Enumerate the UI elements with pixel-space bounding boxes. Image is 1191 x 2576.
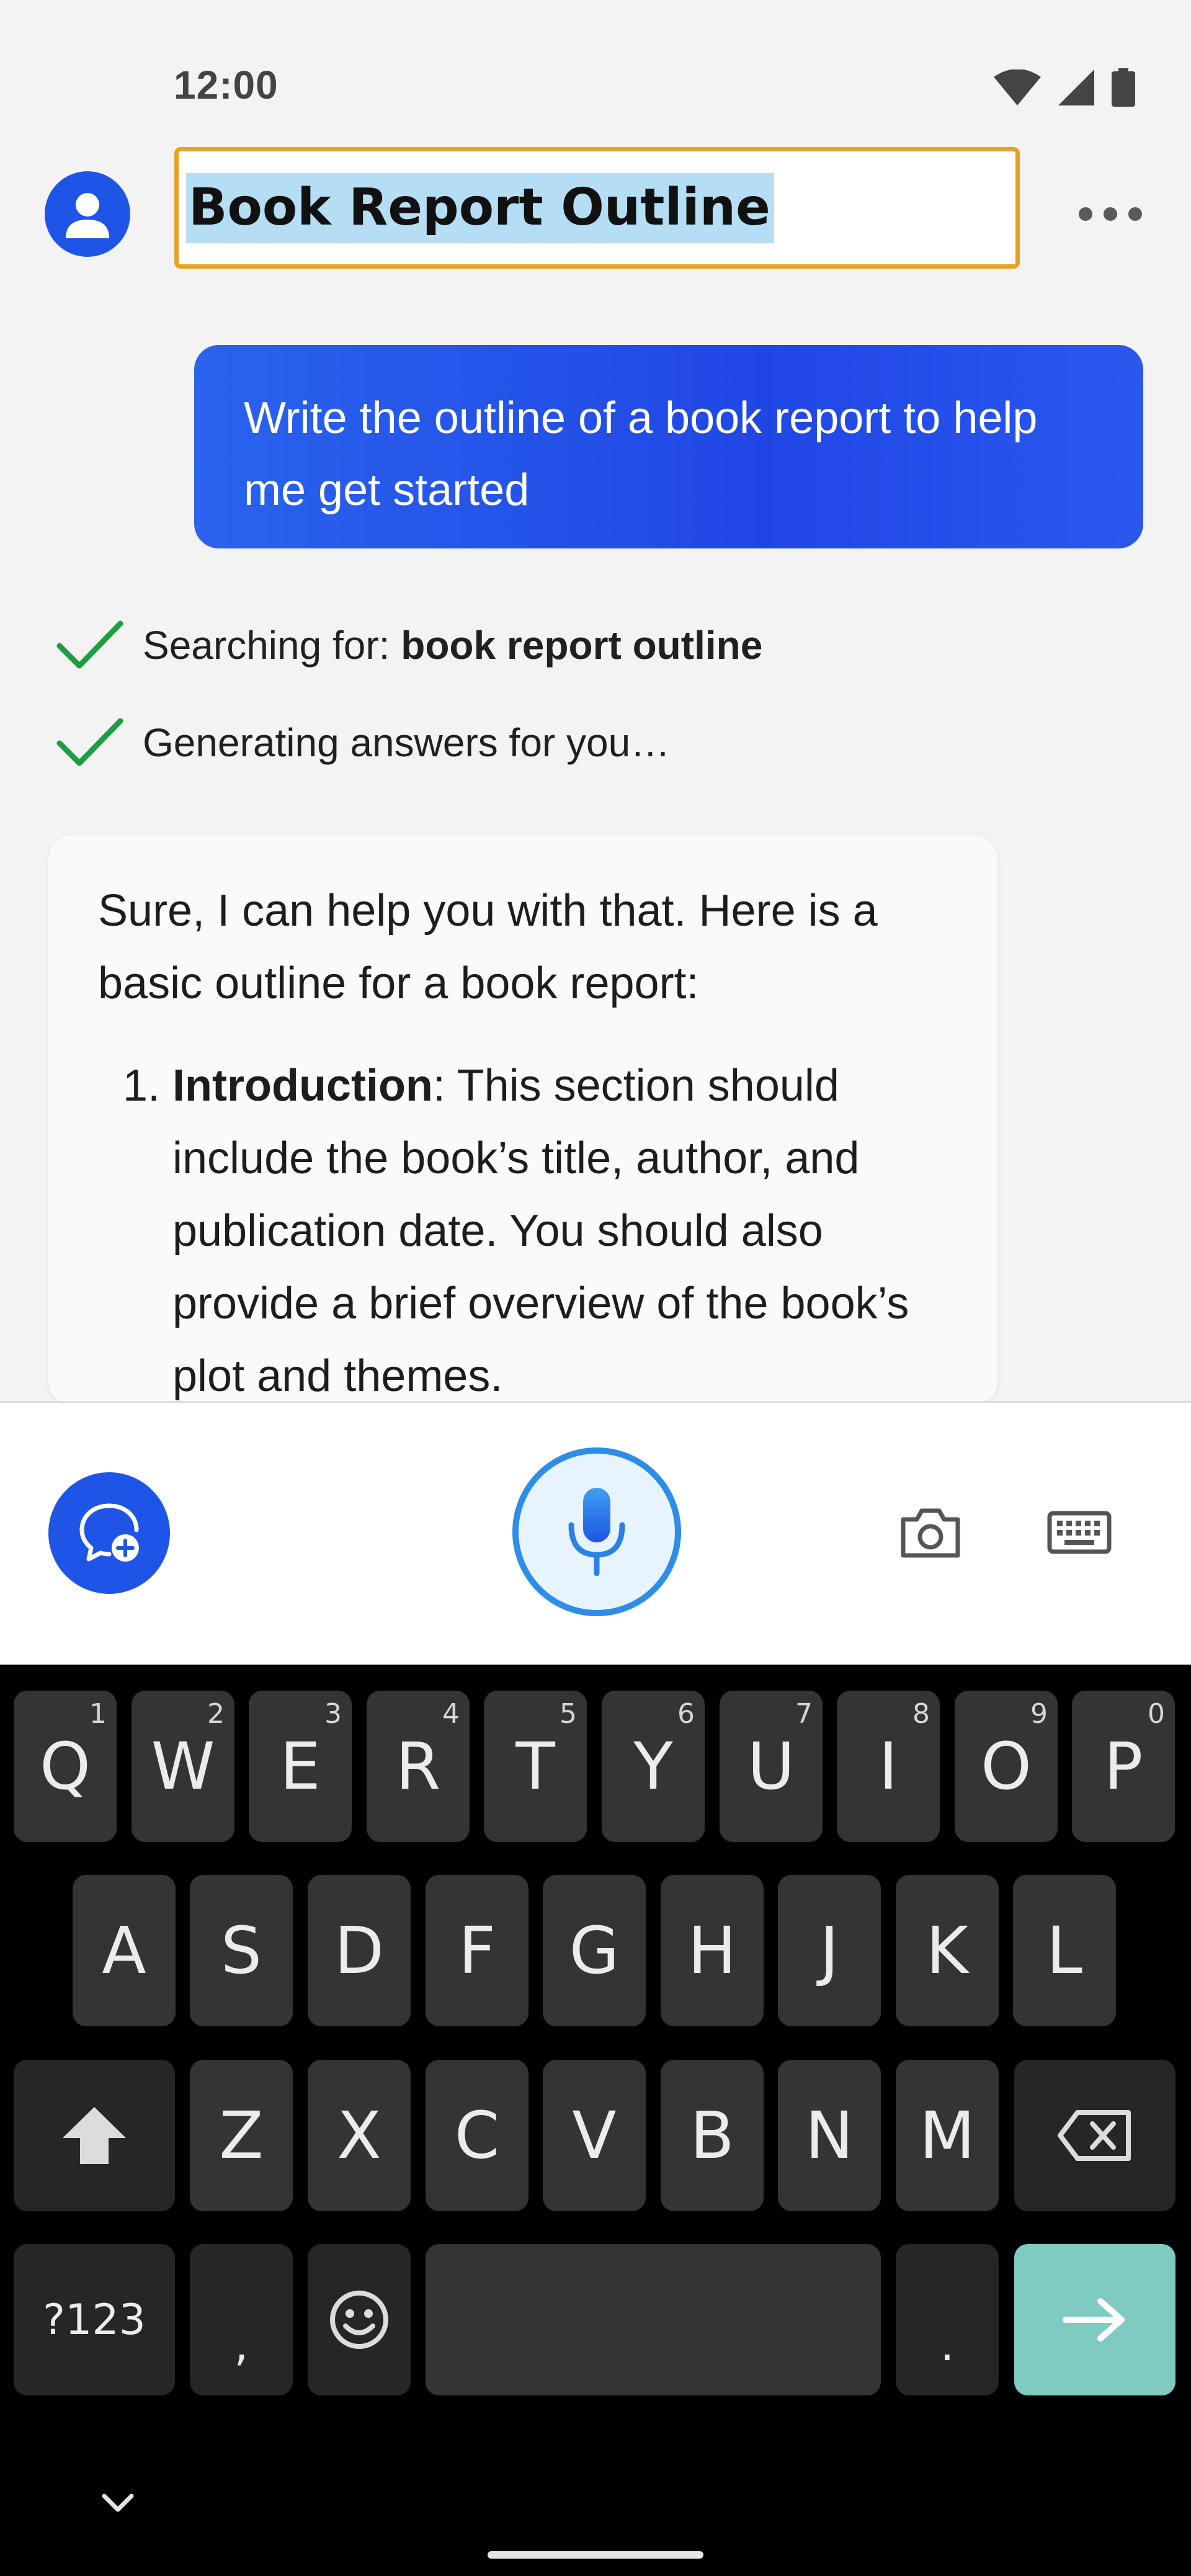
answer-item-title: Introduction bbox=[172, 1061, 433, 1111]
key-p[interactable]: P0 bbox=[1072, 1691, 1175, 1842]
chat-title-input[interactable]: Book Report Outline bbox=[174, 147, 1020, 269]
key-f[interactable]: F bbox=[426, 1875, 529, 2026]
user-avatar-icon bbox=[66, 193, 109, 238]
key-h[interactable]: H bbox=[661, 1875, 764, 2026]
key-j[interactable]: J bbox=[778, 1875, 881, 2026]
shift-key[interactable] bbox=[14, 2060, 175, 2211]
home-indicator[interactable] bbox=[488, 2551, 703, 2559]
backspace-icon bbox=[1058, 2110, 1131, 2161]
search-query: book report outline bbox=[401, 623, 763, 668]
key-k[interactable]: K bbox=[896, 1875, 999, 2026]
key-t[interactable]: T5 bbox=[484, 1691, 587, 1842]
key-u[interactable]: U7 bbox=[720, 1691, 823, 1842]
key-x[interactable]: X bbox=[308, 2060, 411, 2211]
key-n[interactable]: N bbox=[778, 2060, 881, 2211]
key-q[interactable]: Q1 bbox=[14, 1691, 117, 1842]
more-dot bbox=[1079, 207, 1092, 221]
key-o[interactable]: O9 bbox=[955, 1691, 1058, 1842]
progress-row-searching: Searching for: book report outline bbox=[56, 617, 762, 673]
backspace-key[interactable] bbox=[1014, 2060, 1175, 2211]
wifi-icon bbox=[994, 69, 1041, 105]
hide-keyboard-button[interactable] bbox=[93, 2479, 143, 2528]
keyboard-icon bbox=[1047, 1511, 1112, 1554]
key-l[interactable]: L bbox=[1013, 1875, 1116, 2026]
assistant-answer-card: Sure, I can help you with that. Here is … bbox=[48, 835, 997, 1406]
space-key[interactable] bbox=[426, 2244, 881, 2395]
key-d[interactable]: D bbox=[308, 1875, 411, 2026]
key-c[interactable]: C bbox=[426, 2060, 529, 2211]
cell-signal-icon bbox=[1058, 69, 1094, 105]
more-dot bbox=[1104, 207, 1117, 221]
enter-key[interactable] bbox=[1014, 2244, 1175, 2395]
answer-item-text: : This section should include the book’s… bbox=[172, 1061, 909, 1401]
shift-icon bbox=[63, 2107, 126, 2164]
key-a[interactable]: A bbox=[73, 1875, 176, 2026]
keyboard-toggle-button[interactable] bbox=[1042, 1501, 1117, 1563]
answer-list-item: Introduction: This section should includ… bbox=[172, 1050, 948, 1406]
camera-button[interactable] bbox=[893, 1495, 968, 1570]
comma-key[interactable]: , bbox=[190, 2244, 293, 2395]
period-key[interactable]: . bbox=[896, 2244, 999, 2395]
key-s[interactable]: S bbox=[190, 1875, 293, 2026]
arrow-right-icon bbox=[1063, 2298, 1125, 2341]
microphone-button[interactable] bbox=[512, 1447, 681, 1616]
status-icons bbox=[994, 68, 1135, 107]
more-dot bbox=[1128, 207, 1142, 221]
key-e[interactable]: E3 bbox=[249, 1691, 352, 1842]
status-time: 12:00 bbox=[174, 63, 279, 107]
microphone-icon bbox=[568, 1488, 625, 1576]
check-icon bbox=[56, 718, 123, 766]
answer-list: Introduction: This section should includ… bbox=[98, 1050, 948, 1406]
key-v[interactable]: V bbox=[543, 2060, 646, 2211]
more-options-button[interactable] bbox=[1067, 186, 1154, 242]
key-g[interactable]: G bbox=[543, 1875, 646, 2026]
progress-label: Generating answers for you… bbox=[143, 720, 671, 765]
camera-icon bbox=[901, 1508, 960, 1558]
chat-title-text: Book Report Outline bbox=[186, 172, 774, 243]
symbols-key[interactable]: ?123 bbox=[14, 2244, 175, 2395]
new-chat-icon bbox=[79, 1503, 139, 1562]
check-icon bbox=[56, 620, 123, 669]
key-y[interactable]: Y6 bbox=[602, 1691, 705, 1842]
emoji-key[interactable] bbox=[308, 2244, 411, 2395]
user-message-bubble: Write the outline of a book report to he… bbox=[194, 345, 1143, 548]
key-r[interactable]: R4 bbox=[367, 1691, 470, 1842]
new-chat-button[interactable] bbox=[48, 1472, 170, 1594]
emoji-icon bbox=[330, 2291, 388, 2349]
progress-row-generating: Generating answers for you… bbox=[56, 715, 670, 771]
user-avatar-button[interactable] bbox=[45, 171, 130, 257]
user-message-text: Write the outline of a book report to he… bbox=[244, 393, 1038, 515]
answer-intro: Sure, I can help you with that. Here is … bbox=[98, 886, 878, 1008]
key-w[interactable]: W2 bbox=[132, 1691, 234, 1842]
key-m[interactable]: M bbox=[896, 2060, 999, 2211]
key-z[interactable]: Z bbox=[190, 2060, 293, 2211]
key-b[interactable]: B bbox=[661, 2060, 764, 2211]
chevron-down-icon bbox=[102, 2493, 134, 2512]
progress-label: Searching for: bbox=[143, 623, 401, 668]
key-i[interactable]: I8 bbox=[837, 1691, 940, 1842]
battery-icon bbox=[1112, 68, 1135, 107]
